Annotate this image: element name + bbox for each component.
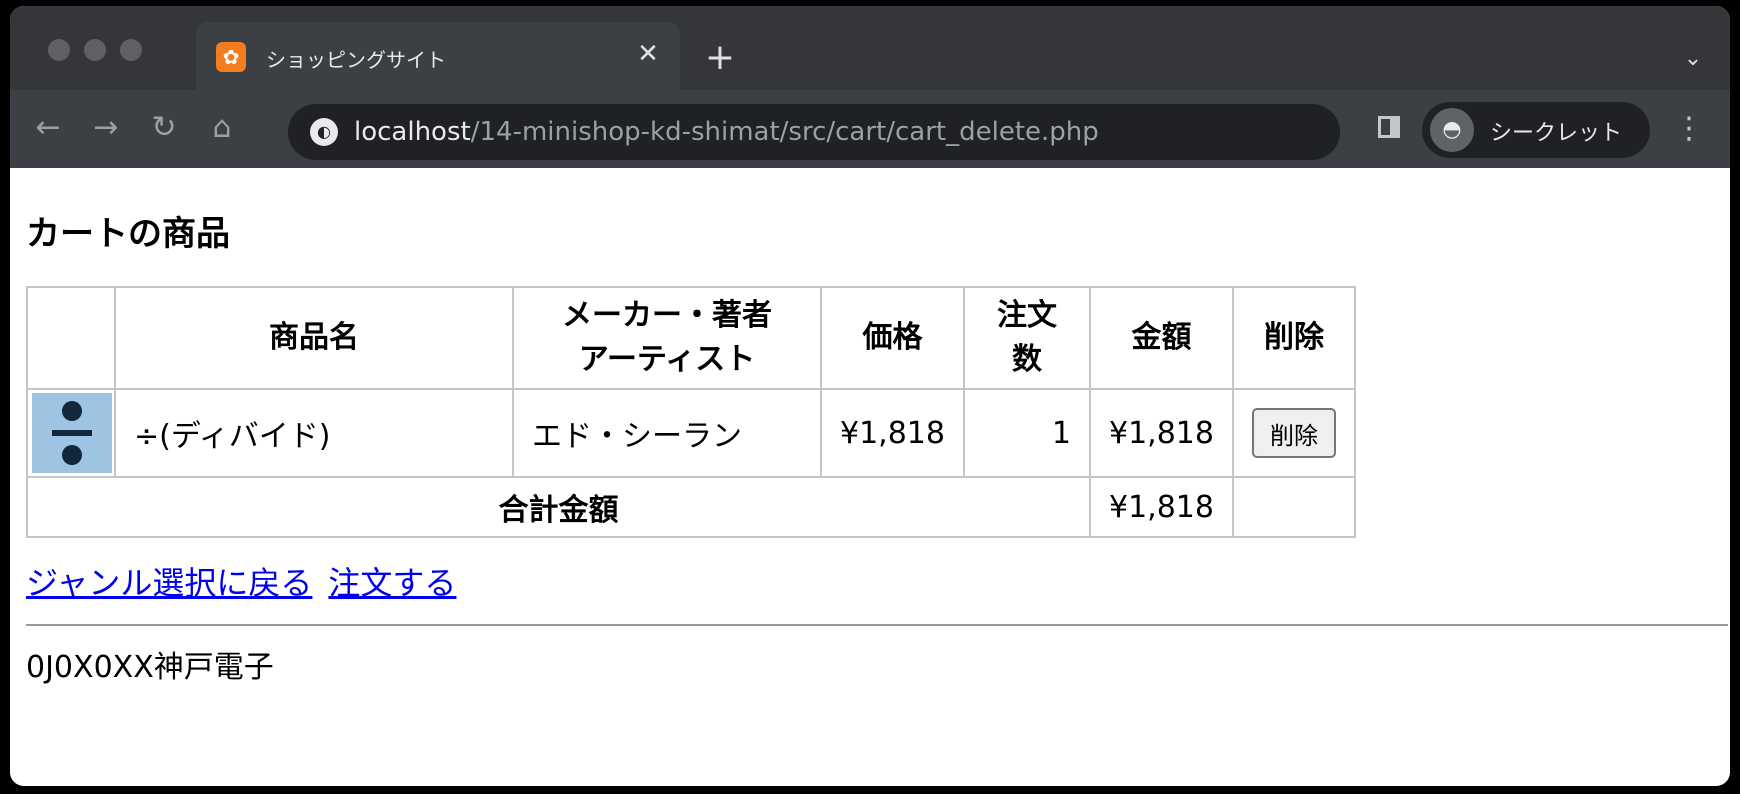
xampp-favicon-icon: ✿: [216, 42, 246, 72]
total-empty-cell: [1231, 476, 1356, 538]
page-content: カートの商品 商品名 メーカー・著者 アーティスト 価格 注文数 金額 削除 ÷…: [10, 168, 1730, 786]
cell-maker: エド・シーラン: [512, 388, 822, 478]
header-amount: 金額: [1088, 286, 1234, 390]
tab-active[interactable]: ✿ ショッピングサイト ✕: [196, 22, 680, 90]
table-header-row: 商品名 メーカー・著者 アーティスト 価格 注文数 金額 削除: [26, 286, 1356, 390]
url-host: localhost: [354, 117, 471, 147]
header-name: 商品名: [114, 286, 514, 390]
tab-title: ショッピングサイト: [266, 48, 446, 72]
header-delete: 削除: [1231, 286, 1356, 390]
header-quantity: 注文数: [962, 286, 1091, 390]
cell-price: ¥1,818: [820, 388, 965, 478]
cell-amount: ¥1,818: [1088, 388, 1234, 478]
navigation-links: ジャンル選択に戻る 注文する: [26, 558, 472, 604]
cart-table: 商品名 メーカー・著者 アーティスト 価格 注文数 金額 削除 ÷(ディバイド)…: [26, 286, 1356, 538]
back-arrow-icon[interactable]: ←: [30, 110, 66, 146]
footer-text: 0J0X0XX神戸電子: [26, 650, 274, 685]
incognito-icon: ◓: [1430, 108, 1474, 152]
incognito-indicator[interactable]: ◓ シークレット: [1422, 102, 1650, 158]
header-maker-line2: アーティスト: [578, 342, 756, 377]
minimize-window-button[interactable]: [84, 39, 106, 61]
new-tab-icon[interactable]: +: [700, 38, 740, 78]
cell-delete: 削除: [1231, 388, 1356, 478]
browser-toolbar: ← → ↻ ⌂ ◐ localhost/14-minishop-kd-shima…: [10, 90, 1730, 169]
delete-button[interactable]: 削除: [1251, 408, 1336, 458]
total-row: 合計金額 ¥1,818: [26, 476, 1356, 538]
close-window-button[interactable]: [48, 39, 70, 61]
order-link[interactable]: 注文する: [328, 564, 456, 602]
incognito-label: シークレット: [1490, 121, 1623, 146]
chevron-down-icon[interactable]: ⌄: [1678, 44, 1708, 74]
home-icon[interactable]: ⌂: [204, 110, 240, 146]
back-to-genre-link[interactable]: ジャンル選択に戻る: [26, 564, 312, 602]
url-path: /14-minishop-kd-shimat/src/cart/cart_del…: [470, 117, 1099, 147]
tab-strip: ✿ ショッピングサイト ✕ + ⌄: [10, 6, 1730, 90]
page-title: カートの商品: [26, 214, 230, 254]
maximize-window-button[interactable]: [120, 39, 142, 61]
cell-quantity: 1: [962, 388, 1091, 478]
header-image: [26, 286, 116, 390]
table-row: ÷(ディバイド) エド・シーラン ¥1,818 1 ¥1,818 削除: [26, 388, 1356, 478]
header-maker-line1: メーカー・著者: [562, 298, 772, 333]
address-bar[interactable]: ◐ localhost/14-minishop-kd-shimat/src/ca…: [288, 104, 1340, 160]
total-label: 合計金額: [26, 476, 1091, 538]
cell-image: [26, 388, 116, 478]
browser-menu-icon[interactable]: ⋮: [1674, 110, 1704, 148]
side-panel-icon[interactable]: [1378, 116, 1400, 138]
browser-window: ✿ ショッピングサイト ✕ + ⌄ ← → ↻ ⌂ ◐ localhost/14…: [10, 6, 1730, 786]
header-maker: メーカー・著者 アーティスト: [512, 286, 822, 390]
divider: [26, 624, 1728, 626]
forward-arrow-icon[interactable]: →: [88, 110, 124, 146]
cell-product-name: ÷(ディバイド): [114, 388, 514, 478]
site-info-icon[interactable]: ◐: [310, 118, 338, 146]
header-price: 価格: [820, 286, 965, 390]
reload-icon[interactable]: ↻: [146, 110, 182, 146]
close-tab-icon[interactable]: ✕: [632, 38, 664, 70]
album-cover-image: [32, 393, 112, 473]
total-amount: ¥1,818: [1088, 476, 1234, 538]
url-text[interactable]: localhost/14-minishop-kd-shimat/src/cart…: [354, 117, 1099, 147]
